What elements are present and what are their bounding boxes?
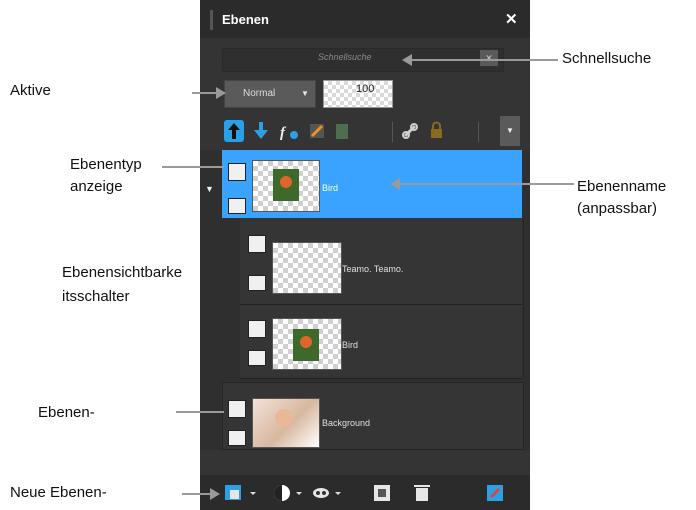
properties-icon[interactable]: [487, 485, 503, 501]
annotation-ebenenname-2: (anpassbar): [577, 200, 658, 217]
arrow-head-icon: [402, 54, 412, 66]
new-layer-icon[interactable]: [225, 485, 256, 500]
layer-type-icon: [228, 163, 246, 181]
layer-thumbnail-photo: [252, 398, 320, 448]
panel-grip[interactable]: [210, 10, 213, 30]
layer-thumbnail: [252, 160, 320, 212]
blend-mode-value: Normal: [243, 88, 276, 99]
annotation-arrow: [182, 493, 212, 495]
layer-name[interactable]: Bird: [322, 183, 338, 193]
group-icon[interactable]: [374, 485, 390, 501]
bird-shape: [280, 176, 292, 188]
layer-toolbar: f: [224, 120, 442, 142]
annotation-schnellsuche: Schnellsuche: [562, 50, 652, 67]
close-icon[interactable]: ✕: [505, 10, 518, 28]
layer-type-icon: [248, 235, 266, 253]
annotation-ebenentyp-1: Ebenentyp: [70, 156, 142, 173]
link-icon[interactable]: [402, 123, 418, 139]
annotation-neue-ebenen: Neue Ebenen-: [10, 484, 107, 501]
eye-icon[interactable]: [228, 430, 246, 446]
layer-thumbnail: [272, 318, 342, 370]
eye-icon[interactable]: [248, 275, 266, 291]
annotation-arrow: [410, 59, 558, 61]
chevron-down-icon: ▼: [301, 89, 309, 98]
layer-name[interactable]: Teamo. Teamo.: [342, 264, 403, 274]
layer-type-icon: [248, 320, 266, 338]
svg-text:f: f: [280, 125, 287, 141]
move-down-icon[interactable]: [254, 122, 268, 139]
panel-menu-button[interactable]: ▼: [500, 116, 520, 146]
clear-search-icon[interactable]: ✕: [480, 50, 498, 66]
arrow-head-icon: [216, 87, 226, 99]
layer-type-icon: [228, 400, 246, 418]
annotation-arrow: [162, 166, 224, 168]
arrow-head-icon: [390, 178, 400, 190]
toolbar-separator: [478, 122, 479, 142]
expand-icon[interactable]: ▼: [205, 184, 214, 194]
bottom-toolbar-icons: [225, 485, 503, 501]
lock-icon[interactable]: [431, 121, 442, 139]
annotation-ebenenname-1: Ebenenname: [577, 178, 667, 195]
baby-face-shape: [275, 409, 293, 427]
merge-icon[interactable]: [336, 124, 348, 139]
annotation-ebenen: Ebenen-: [38, 404, 95, 421]
move-up-icon[interactable]: [224, 120, 244, 142]
delete-icon[interactable]: [414, 485, 430, 501]
bird-shape: [300, 336, 312, 348]
mask-layer-icon[interactable]: [313, 488, 341, 498]
annotation-arrow: [176, 411, 224, 413]
layer-name[interactable]: Background: [322, 418, 370, 428]
annotation-sichtbarkeit-1: Ebenensichtbarke: [62, 264, 183, 281]
annotation-sichtbarkeit-2: itsschalter: [62, 288, 130, 305]
search-placeholder: Schnellsuche: [318, 52, 372, 62]
eye-icon[interactable]: [228, 198, 246, 214]
annotation-aktive: Aktive: [10, 82, 51, 99]
arrow-head-icon: [210, 488, 220, 500]
toolbar-separator: [392, 122, 393, 142]
fx-icon[interactable]: f: [280, 125, 298, 141]
annotation-arrow: [192, 92, 218, 94]
panel-title: Ebenen: [222, 12, 269, 27]
adjustment-icon[interactable]: [274, 485, 302, 501]
opacity-value: 100: [356, 83, 375, 95]
eye-icon[interactable]: [248, 350, 266, 366]
mask-icon[interactable]: [310, 124, 324, 138]
layer-thumbnail: [272, 242, 342, 294]
layer-name[interactable]: Bird: [342, 340, 358, 350]
annotation-ebenentyp-2: anzeige: [70, 178, 123, 195]
annotation-arrow: [398, 183, 574, 185]
